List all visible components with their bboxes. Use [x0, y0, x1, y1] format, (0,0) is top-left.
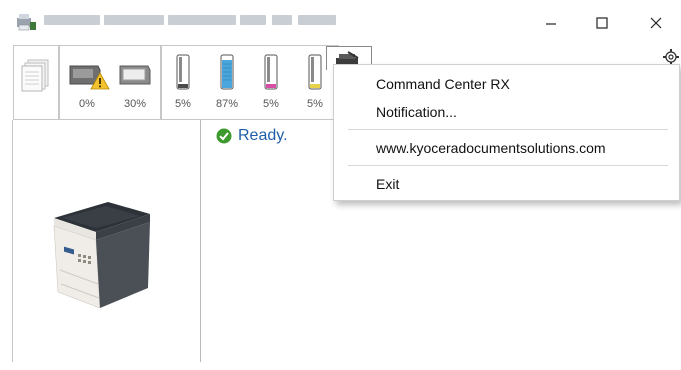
menu-item-command-center[interactable]: Command Center RX: [376, 76, 510, 92]
toner-group: 5% 87% 5% 5%: [161, 45, 339, 120]
status-text: Ready.: [238, 127, 288, 144]
printer-app-icon: [17, 14, 36, 31]
minimize-button[interactable]: [531, 8, 571, 38]
ok-check-icon: [216, 128, 232, 144]
tray-1-level: 0%: [79, 98, 95, 110]
menu-separator: [348, 129, 668, 130]
close-button[interactable]: [636, 8, 676, 38]
menu-separator: [348, 165, 668, 166]
menu-item-website[interactable]: www.kyoceradocumentsolutions.com: [376, 140, 606, 156]
printer-image: [53, 202, 150, 309]
toner-yellow-icon: [308, 54, 322, 90]
menu-item-notification[interactable]: Notification...: [376, 104, 457, 120]
paper-group: [13, 45, 59, 120]
divider: [13, 119, 201, 120]
toner-yellow-level: 5%: [307, 98, 323, 110]
device-status: Ready.: [216, 127, 288, 145]
paper-tray-group: 0% 30%: [59, 45, 161, 120]
toner-magenta-level: 5%: [263, 98, 279, 110]
toner-magenta-icon: [264, 54, 278, 90]
context-menu: Command Center RX Notification... www.ky…: [333, 64, 680, 201]
toner-cyan-icon: [220, 54, 234, 90]
toner-black-icon: [176, 54, 190, 90]
maximize-button[interactable]: [582, 8, 622, 38]
tray-2-level: 30%: [123, 98, 147, 110]
warning-icon: [90, 72, 110, 90]
toner-black-level: 5%: [175, 98, 191, 110]
paper-stack-icon: [21, 59, 49, 92]
divider: [12, 120, 13, 362]
panel-splitter[interactable]: [200, 120, 201, 362]
toner-cyan-level: 87%: [215, 98, 239, 110]
title-bar: [0, 0, 681, 44]
paper-tray-2-icon: [119, 65, 151, 85]
menu-item-exit[interactable]: Exit: [376, 176, 399, 192]
